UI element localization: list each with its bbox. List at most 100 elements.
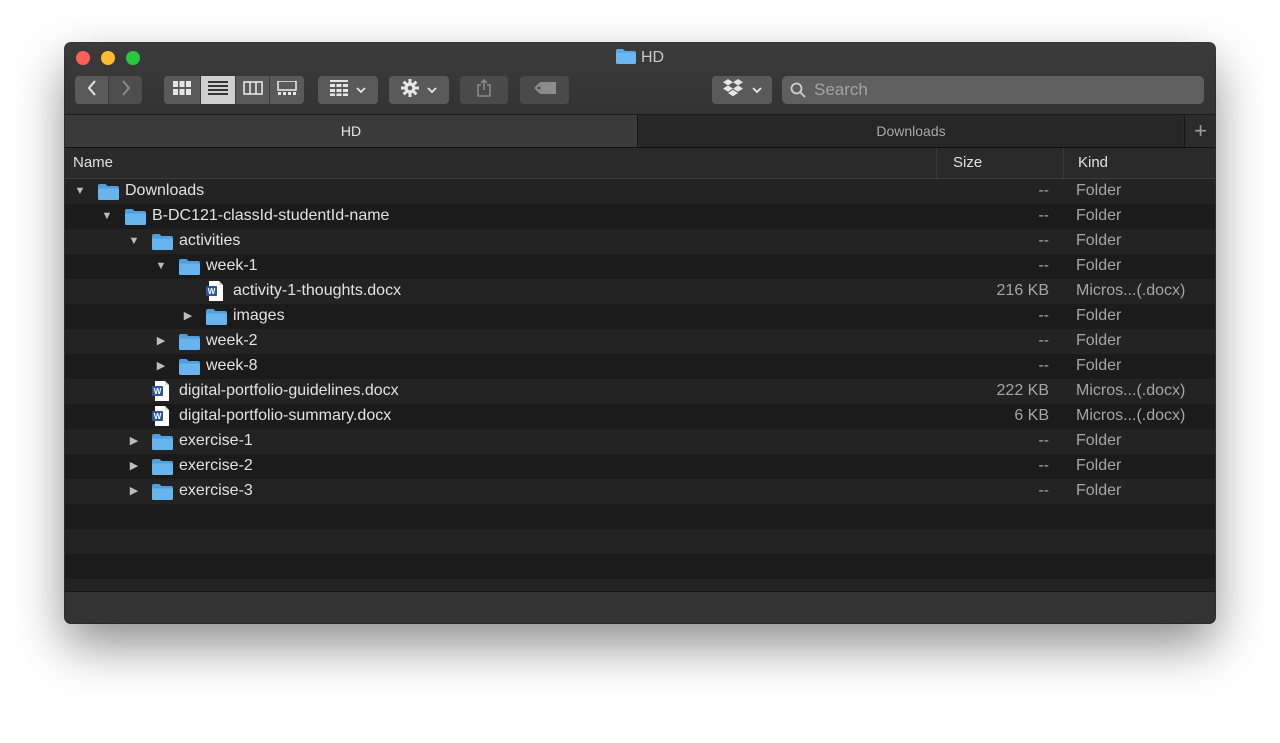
- folder-row[interactable]: ▼ B-DC121-classId-studentId-name -- Folder: [65, 204, 1215, 229]
- folder-row[interactable]: ▶ exercise-2 -- Folder: [65, 454, 1215, 479]
- folder-row[interactable]: ▼ Downloads -- Folder: [65, 179, 1215, 204]
- file-row[interactable]: Wdigital-portfolio-summary.docx 6 KB Micro…: [65, 404, 1215, 429]
- search-field[interactable]: [782, 76, 1204, 104]
- item-size: --: [1038, 207, 1049, 224]
- kind-column-header[interactable]: Kind: [1078, 148, 1108, 178]
- folder-icon: [125, 209, 146, 230]
- folder-row[interactable]: ▶ images -- Folder: [65, 304, 1215, 329]
- tab-downloads[interactable]: Downloads: [639, 115, 1183, 147]
- folder-row[interactable]: ▶ week-8 -- Folder: [65, 354, 1215, 379]
- tab-hd[interactable]: HD: [65, 115, 638, 147]
- folder-row[interactable]: ▶ exercise-1 -- Folder: [65, 429, 1215, 454]
- item-size: --: [1038, 182, 1049, 199]
- folder-icon: [98, 184, 119, 205]
- item-kind: Folder: [1076, 357, 1122, 374]
- icon-view-icon: [173, 80, 191, 100]
- empty-row: [65, 504, 1215, 529]
- disclosure-collapsed-icon[interactable]: ▶: [128, 485, 140, 497]
- dropbox-button[interactable]: [712, 76, 772, 104]
- item-kind: Folder: [1076, 432, 1122, 449]
- item-name: digital-portfolio-summary.docx: [179, 407, 392, 424]
- item-name: exercise-1: [179, 432, 253, 449]
- item-kind: Micros...(.docx): [1076, 407, 1186, 424]
- item-size: 6 KB: [1014, 407, 1049, 424]
- item-kind: Folder: [1076, 332, 1122, 349]
- group-grid-icon: [330, 79, 348, 101]
- view-mode-control: [164, 76, 304, 104]
- item-name: digital-portfolio-guidelines.docx: [179, 382, 399, 399]
- folder-row[interactable]: ▶ week-2 -- Folder: [65, 329, 1215, 354]
- disclosure-expanded-icon[interactable]: ▼: [74, 185, 86, 197]
- share-button[interactable]: [460, 76, 508, 104]
- item-name: images: [233, 307, 285, 324]
- item-kind: Micros...(.docx): [1076, 282, 1186, 299]
- folder-row[interactable]: ▶ exercise-3 -- Folder: [65, 479, 1215, 504]
- item-size: --: [1038, 232, 1049, 249]
- file-list: ▼ Downloads -- Folder ▼ B-DC121-classId-stude…: [65, 179, 1215, 604]
- item-size: --: [1038, 432, 1049, 449]
- folder-row[interactable]: ▼ activities -- Folder: [65, 229, 1215, 254]
- item-kind: Folder: [1076, 307, 1122, 324]
- tag-button[interactable]: [520, 76, 569, 104]
- disclosure-expanded-icon[interactable]: ▼: [155, 260, 167, 272]
- disclosure-collapsed-icon[interactable]: ▶: [155, 335, 167, 347]
- file-row[interactable]: Wdigital-portfolio-guidelines.docx 222 KB…: [65, 379, 1215, 404]
- item-name: exercise-3: [179, 482, 253, 499]
- empty-row: [65, 554, 1215, 579]
- item-name: B-DC121-classId-studentId-name: [152, 207, 390, 224]
- chevron-down-icon: [427, 81, 437, 99]
- column-header: Name Size Kind: [65, 148, 1215, 179]
- column-view-button[interactable]: [236, 76, 270, 104]
- action-menu-button[interactable]: [389, 76, 449, 104]
- chevron-down-icon: [751, 81, 762, 99]
- folder-icon: [152, 459, 173, 480]
- search-input[interactable]: [812, 79, 1196, 101]
- item-size: --: [1038, 307, 1049, 324]
- tab-bar: HD Downloads +: [65, 115, 1215, 148]
- disclosure-collapsed-icon[interactable]: ▶: [128, 460, 140, 472]
- word-document-icon: W: [152, 406, 170, 431]
- gallery-view-button[interactable]: [270, 76, 304, 104]
- item-name: exercise-2: [179, 457, 253, 474]
- folder-icon: [179, 259, 200, 280]
- gear-icon: [401, 78, 419, 102]
- item-size: --: [1038, 332, 1049, 349]
- folder-icon: [179, 359, 200, 380]
- icon-view-button[interactable]: [164, 76, 201, 104]
- item-size: --: [1038, 482, 1049, 499]
- item-name: activity-1-thoughts.docx: [233, 282, 402, 299]
- share-icon: [477, 78, 491, 102]
- toolbar: HD: [65, 43, 1215, 115]
- disclosure-expanded-icon[interactable]: ▼: [101, 210, 113, 222]
- word-document-icon: W: [206, 281, 224, 306]
- new-tab-button[interactable]: +: [1184, 115, 1215, 147]
- column-divider[interactable]: [936, 148, 937, 178]
- forward-button[interactable]: [109, 76, 142, 104]
- column-view-icon: [242, 80, 263, 100]
- finder-window: HD Search HD Downloads + Name Size Kind …: [65, 43, 1215, 623]
- folder-icon: [206, 309, 227, 330]
- list-view-icon: [208, 80, 228, 100]
- chevron-down-icon: [356, 81, 366, 99]
- item-name: activities: [179, 232, 241, 249]
- gallery-view-icon: [277, 79, 297, 100]
- item-kind: Micros...(.docx): [1076, 382, 1186, 399]
- item-kind: Folder: [1076, 457, 1122, 474]
- folder-icon: [179, 334, 200, 355]
- item-name: week-2: [206, 332, 258, 349]
- back-button[interactable]: [75, 76, 109, 104]
- folder-row[interactable]: ▼ week-1 -- Folder: [65, 254, 1215, 279]
- file-row[interactable]: Wactivity-1-thoughts.docx 216 KB Micros...…: [65, 279, 1215, 304]
- group-by-button[interactable]: [318, 76, 378, 104]
- window-title-text: HD: [640, 49, 665, 66]
- folder-icon: [152, 234, 173, 255]
- size-column-header[interactable]: Size: [953, 148, 982, 178]
- list-view-button[interactable]: [201, 76, 236, 104]
- disclosure-expanded-icon[interactable]: ▼: [128, 235, 140, 247]
- disclosure-collapsed-icon[interactable]: ▶: [155, 360, 167, 372]
- name-column-header[interactable]: Name: [73, 148, 113, 178]
- disclosure-collapsed-icon[interactable]: ▶: [182, 310, 194, 322]
- svg-text:W: W: [154, 412, 162, 421]
- disclosure-collapsed-icon[interactable]: ▶: [128, 435, 140, 447]
- column-divider[interactable]: [1063, 148, 1064, 178]
